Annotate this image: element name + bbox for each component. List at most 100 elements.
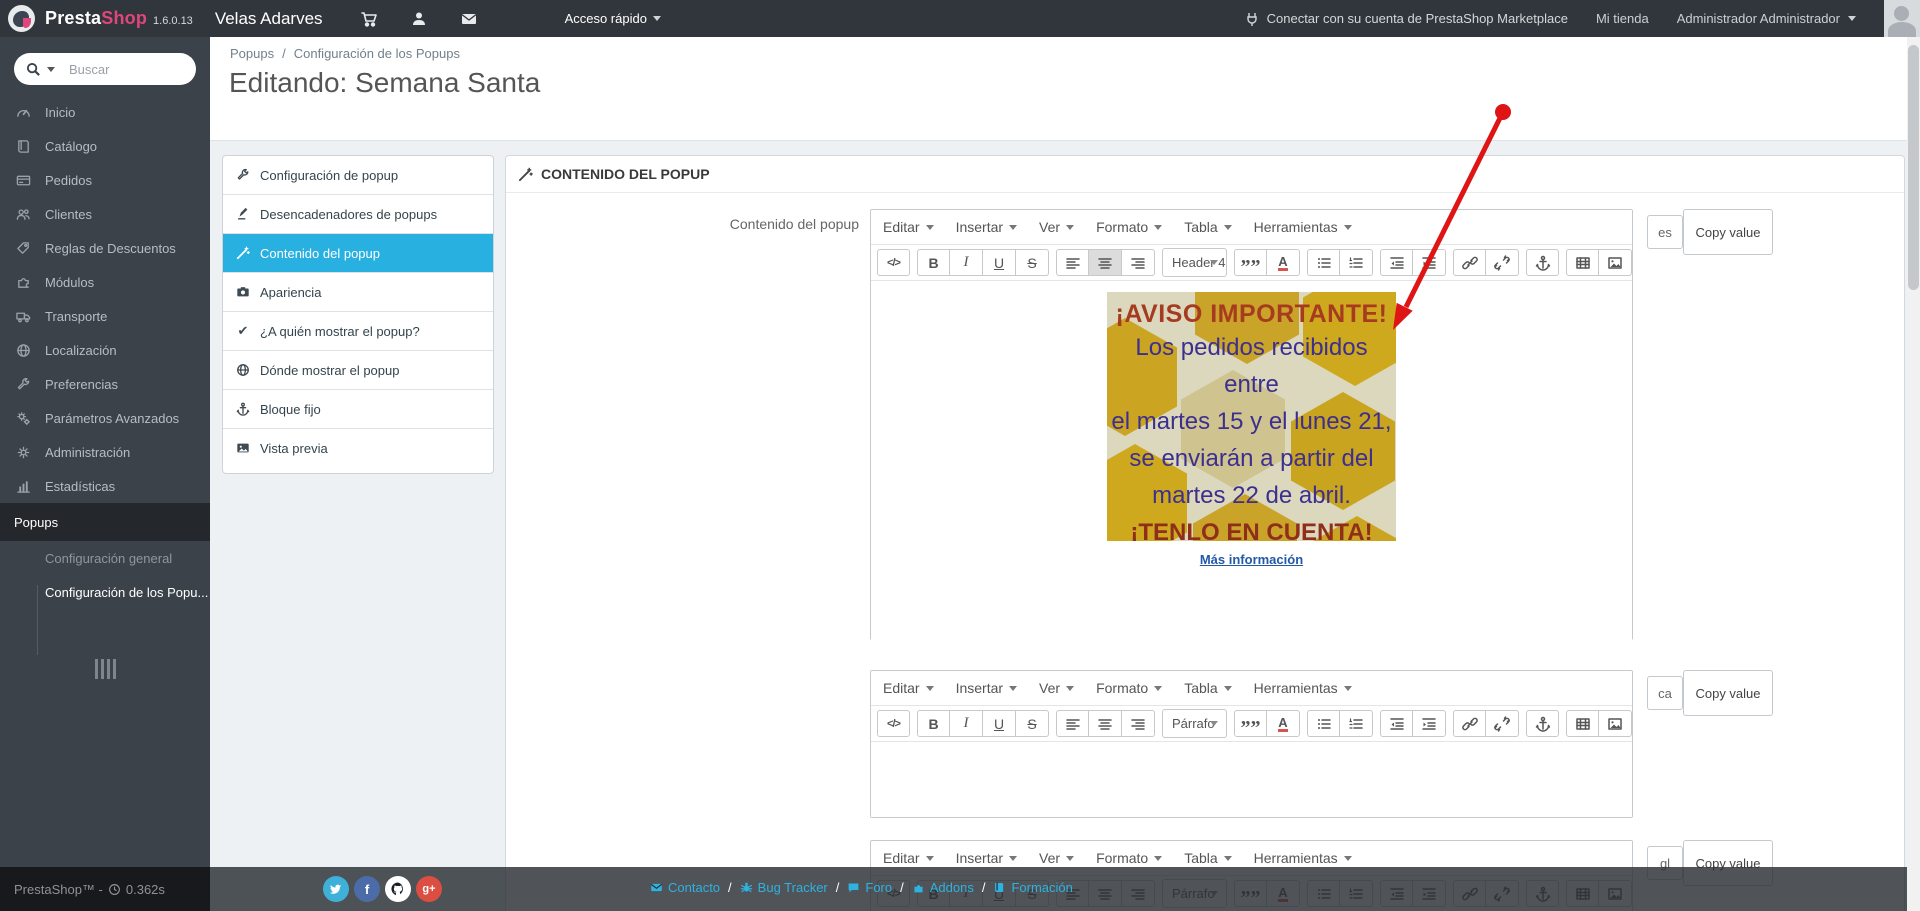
editor-content-ca[interactable] — [871, 742, 1632, 817]
sidebar-item-estadisticas[interactable]: Estadísticas — [0, 469, 210, 503]
sidebar-subitem-configuracion-popups[interactable]: Configuración de los Popu... — [0, 575, 210, 609]
menu-editar[interactable]: Editar — [883, 850, 934, 866]
align-right-button[interactable] — [1122, 710, 1155, 737]
google-plus-icon[interactable]: g+ — [416, 876, 442, 902]
link-button[interactable] — [1453, 710, 1486, 737]
numbered-list-button[interactable] — [1340, 249, 1373, 276]
tab-donde-mostrar[interactable]: Dónde mostrar el popup — [223, 351, 493, 390]
twitter-icon[interactable] — [323, 876, 349, 902]
sidebar-collapse-handle[interactable] — [0, 659, 210, 679]
menu-tabla[interactable]: Tabla — [1184, 219, 1232, 235]
table-button[interactable] — [1566, 710, 1599, 737]
bold-button[interactable]: B — [917, 710, 950, 737]
numbered-list-button[interactable] — [1340, 710, 1373, 737]
sidebar-item-parametros-avanzados[interactable]: Parámetros Avanzados — [0, 401, 210, 435]
menu-ver[interactable]: Ver — [1039, 219, 1075, 235]
sidebar-item-reglas-de-descuentos[interactable]: Reglas de Descuentos — [0, 231, 210, 265]
table-button[interactable] — [1566, 249, 1599, 276]
link-button[interactable] — [1453, 249, 1486, 276]
align-left-button[interactable] — [1056, 249, 1089, 276]
marketplace-link[interactable]: Conectar con su cuenta de PrestaShop Mar… — [1244, 11, 1568, 27]
format-select[interactable]: Header 4 — [1162, 248, 1227, 277]
shop-name[interactable]: Velas Adarves — [215, 9, 323, 29]
tab-configuracion-de-popup[interactable]: Configuración de popup — [223, 156, 493, 195]
editor-content-es[interactable]: ¡AVISO IMPORTANTE! Los pedidos recibidos… — [871, 292, 1632, 650]
anchor-button[interactable] — [1526, 249, 1559, 276]
search-input[interactable] — [67, 60, 171, 78]
menu-formato[interactable]: Formato — [1096, 219, 1163, 235]
sidebar-item-preferencias[interactable]: Preferencias — [0, 367, 210, 401]
strikethrough-button[interactable]: S — [1016, 710, 1049, 737]
format-select[interactable]: Párrafo — [1162, 709, 1227, 738]
cart-icon[interactable] — [359, 9, 379, 29]
outdent-button[interactable] — [1380, 710, 1413, 737]
bullet-list-button[interactable] — [1307, 710, 1340, 737]
align-center-button[interactable] — [1089, 249, 1122, 276]
underline-button[interactable]: U — [983, 249, 1016, 276]
strikethrough-button[interactable]: S — [1016, 249, 1049, 276]
facebook-icon[interactable]: f — [354, 876, 380, 902]
align-right-button[interactable] — [1122, 249, 1155, 276]
tab-desencadenadores[interactable]: Desencadenadores de popups — [223, 195, 493, 234]
menu-herramientas[interactable]: Herramientas — [1254, 850, 1352, 866]
unlink-button[interactable] — [1486, 710, 1519, 737]
menu-herramientas[interactable]: Herramientas — [1254, 219, 1352, 235]
menu-tabla[interactable]: Tabla — [1184, 850, 1232, 866]
prestashop-logo-icon[interactable] — [8, 5, 35, 32]
tab-bloque-fijo[interactable]: Bloque fijo — [223, 390, 493, 429]
text-color-button[interactable]: A — [1267, 249, 1300, 276]
menu-ver[interactable]: Ver — [1039, 850, 1075, 866]
indent-button[interactable] — [1413, 710, 1446, 737]
menu-editar[interactable]: Editar — [883, 680, 934, 696]
indent-button[interactable] — [1413, 249, 1446, 276]
menu-herramientas[interactable]: Herramientas — [1254, 680, 1352, 696]
sidebar-item-catalogo[interactable]: Catálogo — [0, 129, 210, 163]
breadcrumb-popups[interactable]: Popups — [230, 46, 274, 61]
github-icon[interactable] — [385, 876, 411, 902]
text-color-button[interactable]: A — [1267, 710, 1300, 737]
messages-icon[interactable] — [459, 9, 479, 29]
language-badge-es[interactable]: es — [1647, 215, 1683, 249]
sidebar-item-transporte[interactable]: Transporte — [0, 299, 210, 333]
formacion-link[interactable]: Formación — [993, 880, 1073, 895]
sidebar-item-inicio[interactable]: Inicio — [0, 95, 210, 129]
sidebar-item-administracion[interactable]: Administración — [0, 435, 210, 469]
menu-ver[interactable]: Ver — [1039, 680, 1075, 696]
source-code-button[interactable]: </> — [877, 710, 910, 737]
bug-tracker-link[interactable]: Bug Tracker — [740, 880, 828, 895]
scrollbar[interactable] — [1907, 37, 1920, 911]
tab-apariencia[interactable]: Apariencia — [223, 273, 493, 312]
menu-editar[interactable]: Editar — [883, 219, 934, 235]
anchor-button[interactable] — [1526, 710, 1559, 737]
underline-button[interactable]: U — [983, 710, 1016, 737]
contacto-link[interactable]: Contacto — [650, 880, 720, 895]
menu-formato[interactable]: Formato — [1096, 680, 1163, 696]
search-scope-caret-icon[interactable] — [47, 66, 55, 72]
my-shop-link[interactable]: Mi tienda — [1596, 11, 1649, 26]
bullet-list-button[interactable] — [1307, 249, 1340, 276]
sidebar-item-localizacion[interactable]: Localización — [0, 333, 210, 367]
language-badge-ca[interactable]: ca — [1647, 676, 1683, 710]
sidebar-subitem-configuracion-general[interactable]: Configuración general — [0, 541, 210, 575]
sidebar-item-modulos[interactable]: Módulos — [0, 265, 210, 299]
sidebar-search[interactable] — [14, 53, 196, 85]
quick-access-menu[interactable]: Acceso rápido — [565, 11, 661, 26]
tab-contenido-del-popup[interactable]: Contenido del popup — [223, 234, 493, 273]
avatar[interactable] — [1884, 0, 1920, 37]
menu-insertar[interactable]: Insertar — [956, 219, 1018, 235]
brand-wordmark[interactable]: PrestaShop — [45, 8, 147, 29]
copy-value-button[interactable]: Copy value — [1683, 209, 1773, 255]
align-center-button[interactable] — [1089, 710, 1122, 737]
scrollbar-thumb[interactable] — [1908, 45, 1919, 290]
menu-tabla[interactable]: Tabla — [1184, 680, 1232, 696]
tab-a-quien-mostrar[interactable]: ✔ ¿A quién mostrar el popup? — [223, 312, 493, 351]
bold-button[interactable]: B — [917, 249, 950, 276]
menu-formato[interactable]: Formato — [1096, 850, 1163, 866]
sidebar-item-popups[interactable]: Popups — [0, 503, 210, 541]
customer-icon[interactable] — [409, 9, 429, 29]
italic-button[interactable]: I — [950, 249, 983, 276]
blockquote-button[interactable]: ”” — [1234, 249, 1267, 277]
mas-informacion-link[interactable]: Más información — [871, 552, 1632, 567]
outdent-button[interactable] — [1380, 249, 1413, 276]
unlink-button[interactable] — [1486, 249, 1519, 276]
